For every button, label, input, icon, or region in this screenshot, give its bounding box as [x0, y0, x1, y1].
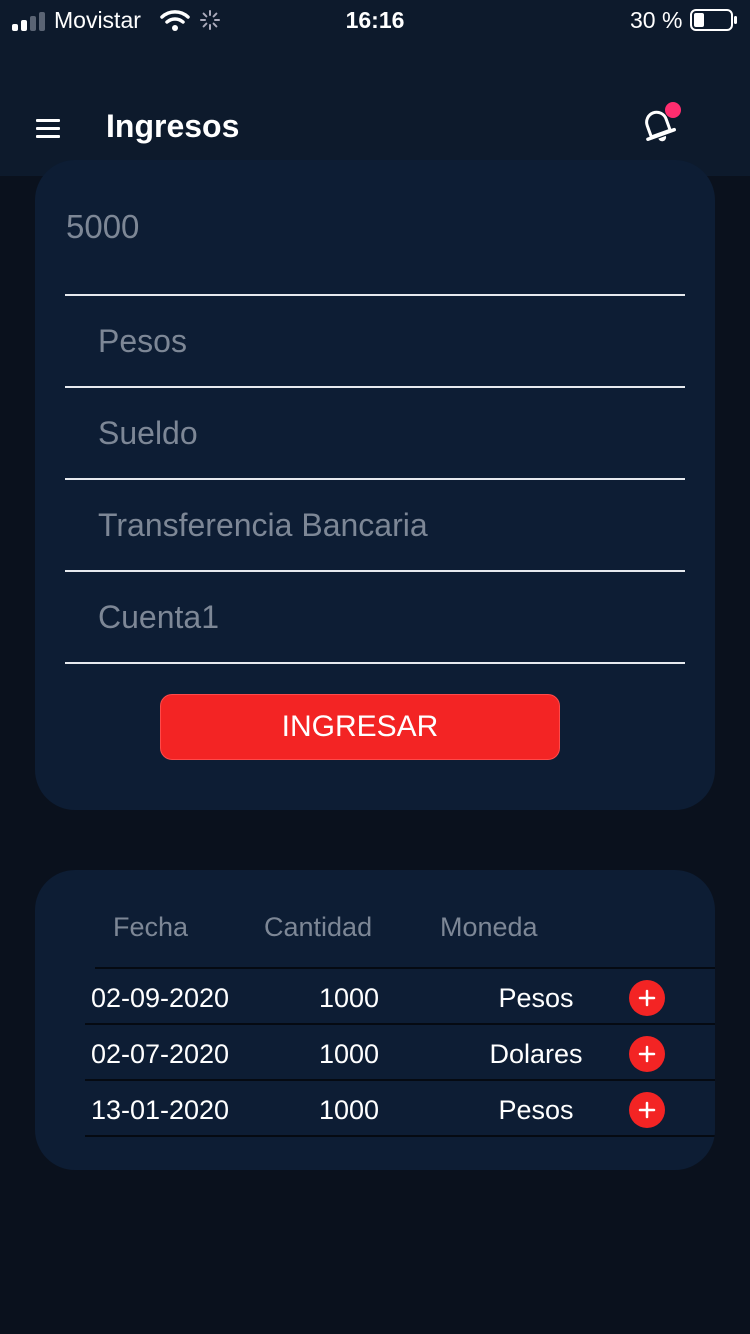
- income-table: Fecha Cantidad Moneda 02-09-2020 1000 Pe…: [35, 870, 715, 1170]
- row-currency: Pesos: [498, 983, 574, 1013]
- income-form: 5000 Pesos Sueldo Transferencia Bancaria…: [35, 160, 715, 810]
- row-divider: [95, 967, 715, 969]
- row-add-button[interactable]: [629, 1092, 665, 1128]
- bell-icon[interactable]: [638, 100, 686, 146]
- row-amount: 1000: [318, 983, 380, 1013]
- battery-icon: [690, 9, 737, 31]
- row-amount: 1000: [318, 1039, 380, 1069]
- row-currency: Dolares: [489, 1039, 583, 1069]
- top-bar: Movistar 16:16 30 % Ingresos: [0, 0, 750, 176]
- account-value: Cuenta1: [98, 599, 219, 635]
- row-date: 02-07-2020: [90, 1039, 230, 1069]
- plus-icon: [638, 1045, 656, 1063]
- currency-select[interactable]: Pesos: [65, 296, 685, 388]
- row-currency: Pesos: [498, 1095, 574, 1125]
- amount-field[interactable]: 5000: [65, 160, 685, 296]
- account-select[interactable]: Cuenta1: [65, 572, 685, 664]
- amount-value: 5000: [66, 208, 140, 245]
- method-select[interactable]: Transferencia Bancaria: [65, 480, 685, 572]
- method-value: Transferencia Bancaria: [98, 507, 428, 543]
- category-value: Sueldo: [98, 415, 198, 451]
- plus-icon: [638, 1101, 656, 1119]
- row-add-button[interactable]: [629, 980, 665, 1016]
- status-bar: Movistar 16:16 30 %: [0, 0, 750, 42]
- plus-icon: [638, 989, 656, 1007]
- row-divider: [85, 1135, 715, 1137]
- header-moneda: Moneda: [440, 912, 538, 942]
- row-divider: [85, 1023, 715, 1025]
- row-divider: [85, 1079, 715, 1081]
- ingresar-button[interactable]: INGRESAR: [160, 694, 560, 760]
- category-select[interactable]: Sueldo: [65, 388, 685, 480]
- page-title: Ingresos: [106, 108, 240, 144]
- header-cantidad: Cantidad: [264, 912, 373, 942]
- row-date: 13-01-2020: [90, 1095, 230, 1125]
- row-add-button[interactable]: [629, 1036, 665, 1072]
- header-fecha: Fecha: [113, 912, 189, 942]
- currency-value: Pesos: [98, 323, 187, 359]
- row-amount: 1000: [318, 1095, 380, 1125]
- menu-icon[interactable]: [36, 116, 62, 140]
- battery-percent: 30 %: [630, 7, 683, 33]
- row-date: 02-09-2020: [90, 983, 230, 1013]
